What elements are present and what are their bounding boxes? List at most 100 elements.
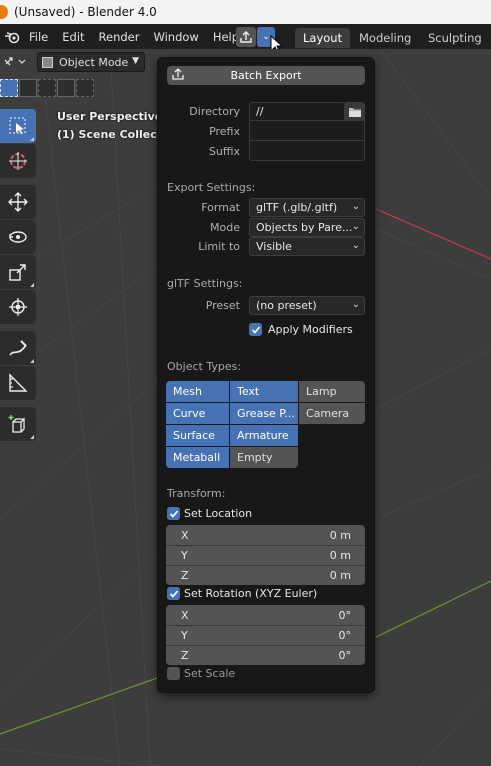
tool-measure[interactable] bbox=[0, 366, 36, 400]
limit-to-value: Visible bbox=[256, 240, 292, 253]
move-icon bbox=[8, 192, 28, 212]
type-mesh[interactable]: Mesh bbox=[166, 381, 229, 402]
set-location-toggle[interactable]: Set Location bbox=[167, 507, 252, 520]
selection-mode-group bbox=[0, 79, 94, 97]
tab-layout[interactable]: Layout bbox=[295, 28, 351, 48]
apply-modifiers-label: Apply Modifiers bbox=[268, 323, 353, 336]
select-new-icon[interactable] bbox=[0, 79, 18, 97]
tool-scale[interactable] bbox=[0, 255, 36, 289]
export-settings-title: Export Settings: bbox=[167, 181, 256, 194]
tool-move[interactable] bbox=[0, 185, 36, 219]
location-y-value: 0 m bbox=[329, 549, 351, 562]
batch-export-run-label: Batch Export bbox=[230, 69, 302, 82]
checkmark-icon bbox=[251, 325, 260, 334]
type-armature[interactable]: Armature bbox=[230, 425, 298, 446]
window-title: (Unsaved) - Blender 4.0 bbox=[14, 5, 157, 19]
rotation-z-field[interactable]: Z 0° bbox=[166, 645, 365, 665]
tool-rotate[interactable] bbox=[0, 220, 36, 254]
set-rotation-checkbox[interactable] bbox=[167, 587, 180, 600]
type-empty[interactable]: Empty bbox=[230, 447, 298, 468]
select-box-icon bbox=[9, 117, 26, 134]
prefix-field[interactable] bbox=[249, 121, 365, 141]
location-y-field[interactable]: Y 0 m bbox=[166, 545, 365, 565]
type-camera[interactable]: Camera bbox=[299, 403, 365, 424]
chevron-down-icon: ⌄ bbox=[262, 32, 270, 42]
checkmark-icon bbox=[169, 509, 178, 518]
mode-value: Objects by Pare... bbox=[256, 221, 353, 234]
transform-title: Transform: bbox=[167, 487, 226, 500]
select-intersect-icon[interactable] bbox=[76, 79, 94, 97]
limit-to-dropdown[interactable]: Visible ⌄ bbox=[249, 237, 365, 256]
export-icon bbox=[240, 31, 252, 43]
format-value: glTF (.glb/.gltf) bbox=[256, 201, 338, 214]
blender-menu-icon[interactable] bbox=[2, 27, 22, 47]
checkmark-icon bbox=[169, 589, 178, 598]
type-text[interactable]: Text bbox=[230, 381, 298, 402]
set-scale-checkbox[interactable] bbox=[167, 667, 180, 680]
set-rotation-label: Set Rotation (XYZ Euler) bbox=[184, 587, 318, 600]
mode-label: Mode bbox=[210, 221, 240, 234]
set-scale-label: Set Scale bbox=[184, 667, 236, 680]
cursor-3d-icon bbox=[9, 152, 27, 170]
suffix-field[interactable] bbox=[249, 141, 365, 161]
rotation-x-label: X bbox=[181, 608, 189, 622]
viewport-perspective-text: User Perspective bbox=[57, 110, 163, 123]
set-location-checkbox[interactable] bbox=[167, 507, 180, 520]
rotation-z-label: Z bbox=[181, 649, 189, 662]
apply-modifiers-toggle[interactable]: Apply Modifiers bbox=[249, 323, 353, 336]
directory-label: Directory bbox=[189, 105, 240, 118]
preset-dropdown[interactable]: (no preset) ⌄ bbox=[249, 296, 365, 315]
preset-label: Preset bbox=[205, 299, 240, 312]
transform-icon bbox=[9, 298, 27, 316]
format-label: Format bbox=[201, 201, 240, 214]
tool-annotate[interactable] bbox=[0, 331, 36, 365]
object-mode-select[interactable]: Object Mode ▼ bbox=[37, 52, 145, 72]
object-types-title: Object Types: bbox=[167, 360, 242, 373]
folder-browse-button[interactable] bbox=[345, 102, 365, 121]
menu-render[interactable]: Render bbox=[92, 26, 147, 48]
window-titlebar: (Unsaved) - Blender 4.0 bbox=[0, 0, 491, 24]
top-menubar: File Edit Render Window Help ⌄ Layout Mo… bbox=[0, 24, 491, 55]
tool-add-cube[interactable] bbox=[0, 407, 36, 441]
mode-dropdown[interactable]: Objects by Pare... ⌄ bbox=[249, 218, 365, 237]
set-scale-toggle[interactable]: Set Scale bbox=[167, 667, 235, 680]
directory-value: // bbox=[256, 105, 264, 118]
type-lamp[interactable]: Lamp bbox=[299, 381, 365, 402]
location-x-field[interactable]: X 0 m bbox=[166, 525, 365, 545]
tool-select-box[interactable] bbox=[0, 109, 36, 143]
type-curve[interactable]: Curve bbox=[166, 403, 229, 424]
tab-sculpting[interactable]: Sculpting bbox=[420, 28, 490, 48]
directory-field[interactable]: // bbox=[249, 102, 345, 121]
batch-export-run-button[interactable]: Batch Export bbox=[167, 66, 365, 85]
export-icon bbox=[171, 67, 185, 84]
select-extend-icon[interactable] bbox=[19, 79, 37, 97]
type-surface[interactable]: Surface bbox=[166, 425, 229, 446]
object-mode-icon bbox=[42, 56, 53, 68]
chevron-down-icon: ⌄ bbox=[351, 221, 360, 232]
batch-export-button[interactable] bbox=[236, 27, 256, 47]
transform-orientation-icon[interactable] bbox=[4, 54, 26, 71]
rotation-y-value: 0° bbox=[338, 629, 352, 642]
type-metaball[interactable]: Metaball bbox=[166, 447, 229, 468]
type-grease-pencil[interactable]: Grease P... bbox=[230, 403, 298, 424]
rotation-y-field[interactable]: Y 0° bbox=[166, 625, 365, 645]
location-z-field[interactable]: Z 0 m bbox=[166, 565, 365, 585]
select-invert-icon[interactable] bbox=[57, 79, 75, 97]
apply-modifiers-checkbox[interactable] bbox=[249, 323, 262, 336]
prefix-label: Prefix bbox=[209, 125, 240, 138]
select-subtract-icon[interactable] bbox=[38, 79, 56, 97]
measure-ruler-icon bbox=[9, 373, 28, 392]
blender-logo-icon bbox=[0, 5, 8, 19]
tool-transform[interactable] bbox=[0, 290, 36, 324]
location-z-label: Z bbox=[181, 569, 189, 582]
menu-file[interactable]: File bbox=[22, 26, 55, 48]
rotation-y-label: Y bbox=[181, 629, 188, 642]
rotation-x-field[interactable]: X 0° bbox=[166, 605, 365, 625]
tool-cursor[interactable] bbox=[0, 144, 36, 178]
folder-icon bbox=[349, 107, 361, 117]
format-dropdown[interactable]: glTF (.glb/.gltf) ⌄ bbox=[249, 198, 365, 217]
menu-edit[interactable]: Edit bbox=[55, 26, 91, 48]
set-rotation-toggle[interactable]: Set Rotation (XYZ Euler) bbox=[167, 587, 317, 600]
tab-modeling[interactable]: Modeling bbox=[351, 28, 419, 48]
menu-window[interactable]: Window bbox=[146, 26, 205, 48]
